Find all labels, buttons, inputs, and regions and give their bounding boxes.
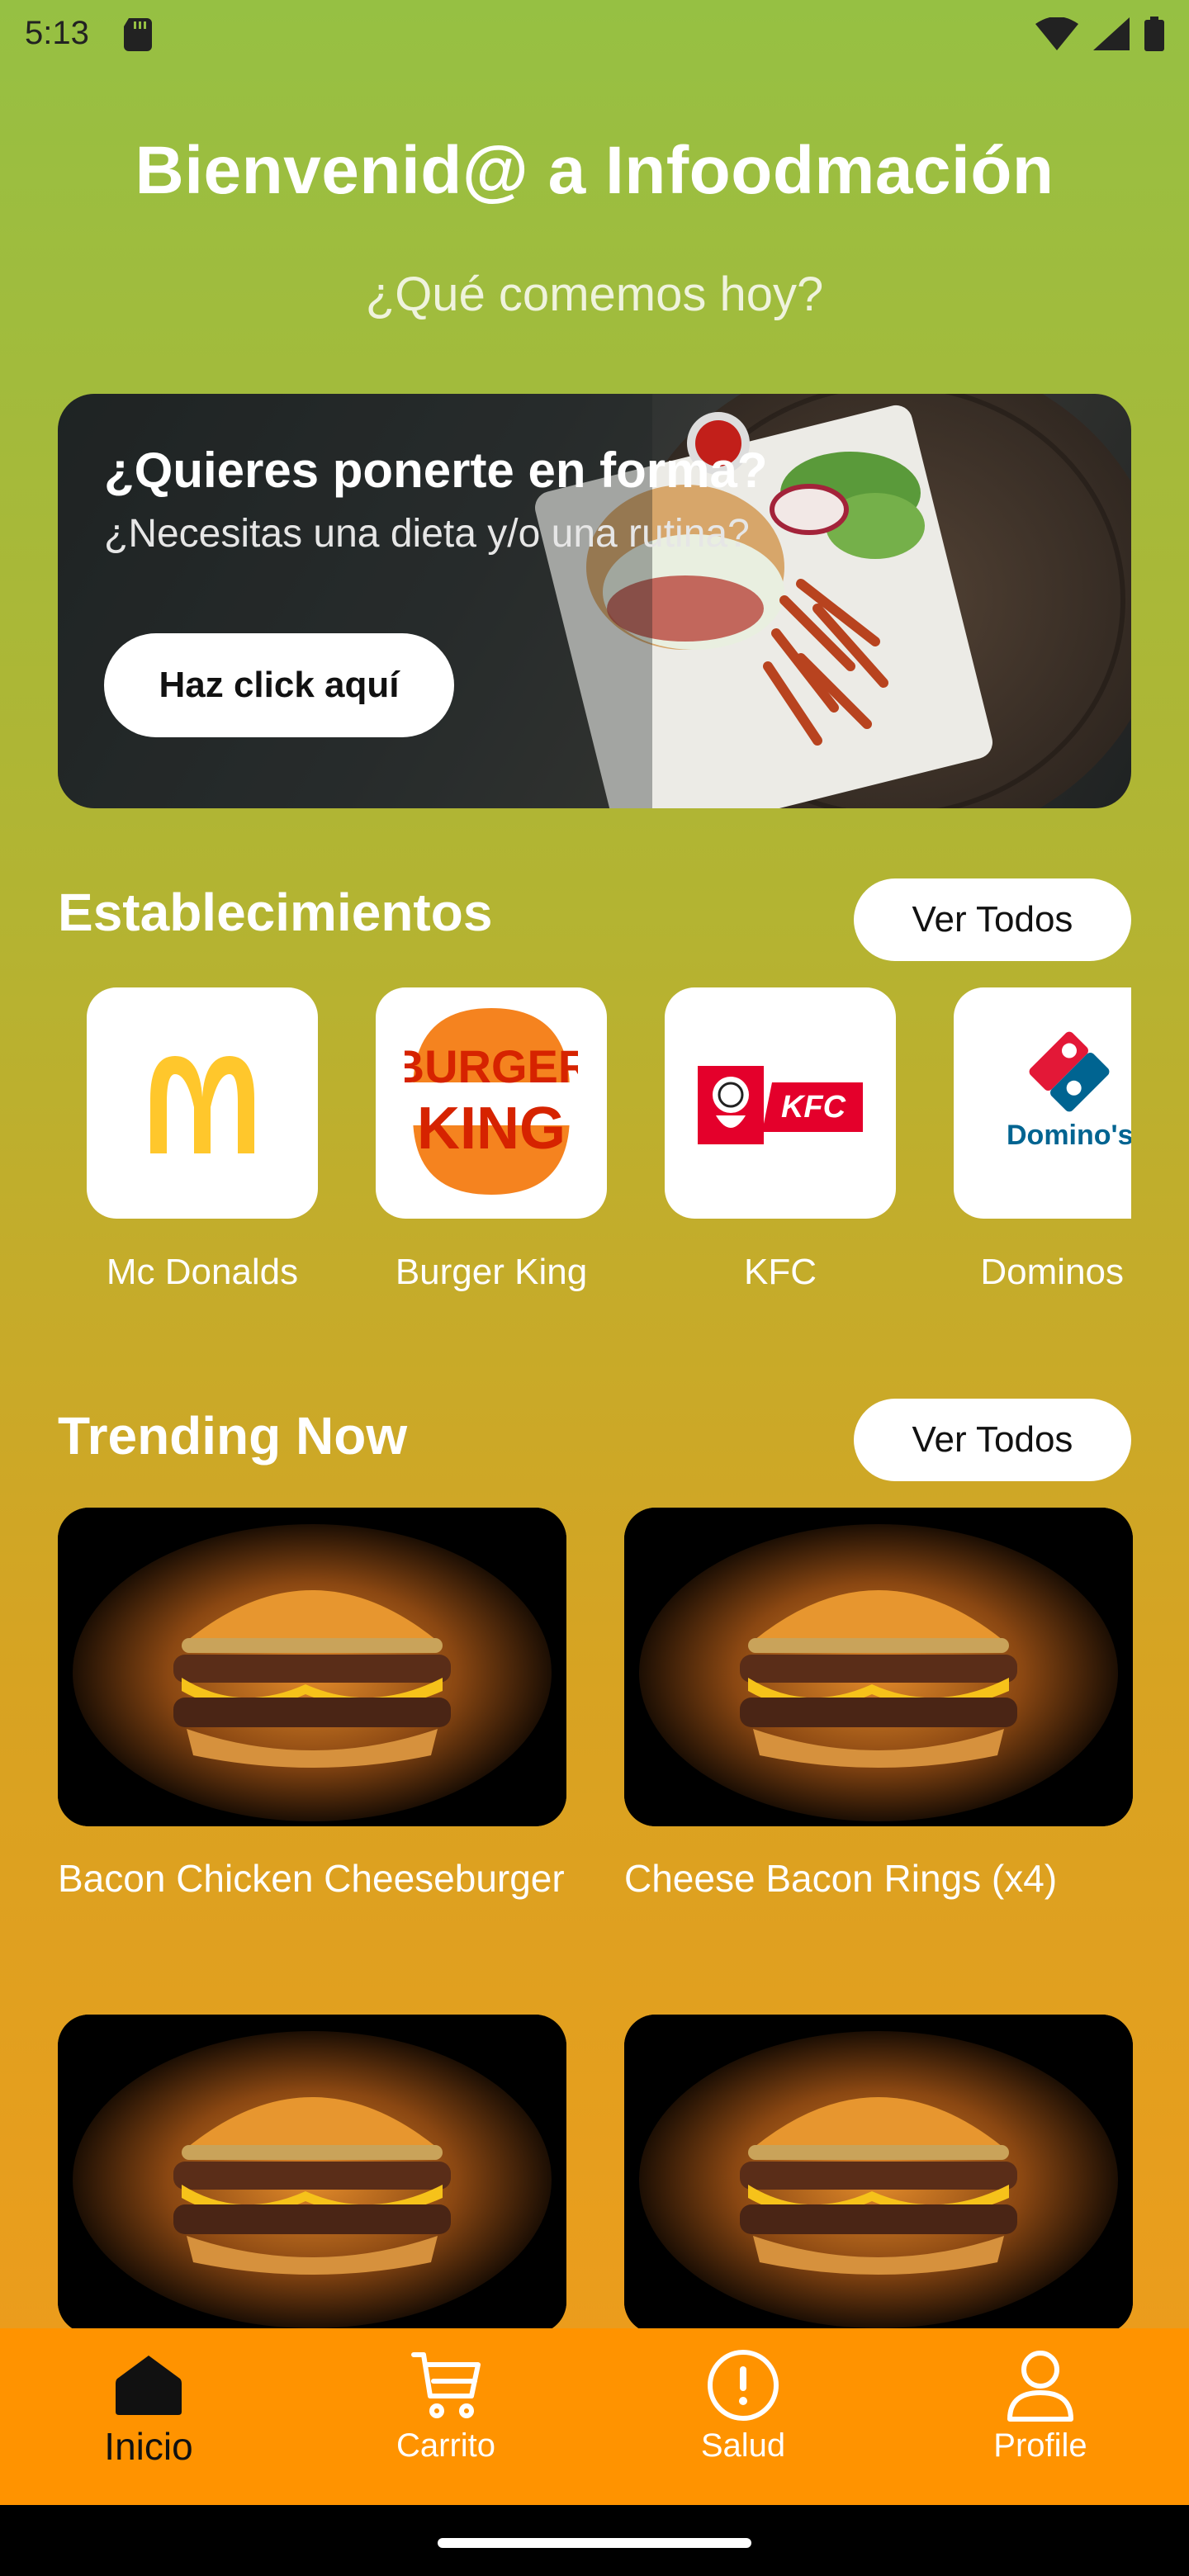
alert-icon — [706, 2348, 780, 2422]
burger-image — [624, 2015, 1133, 2333]
nav-item-profile[interactable]: Profile — [892, 2328, 1189, 2505]
person-icon — [1003, 2348, 1078, 2422]
nav-item-salud[interactable]: Salud — [594, 2328, 892, 2505]
establishment-name: Mc Donalds — [106, 1252, 299, 1292]
dominos-logo: Domino's — [954, 987, 1131, 1219]
nav-label: Inicio — [104, 2425, 193, 2468]
wifi-icon — [1035, 17, 1078, 50]
trending-title: Trending Now — [58, 1406, 408, 1466]
svg-text:KING: KING — [417, 1096, 566, 1162]
cart-icon — [409, 2348, 483, 2422]
establishment-name: KFC — [744, 1252, 817, 1292]
page-subtitle: ¿Qué comemos hoy? — [365, 268, 824, 321]
fitness-banner[interactable]: ¿Quieres ponerte en forma? ¿Necesitas un… — [58, 394, 1131, 808]
signal-icon — [1093, 17, 1130, 50]
battery-icon — [1144, 17, 1164, 51]
establishments-carousel[interactable]: Mc Donalds BURGER KING Burger King KFC K… — [58, 987, 1131, 1318]
banner-subtitle: ¿Necesitas una dieta y/o una rutina? — [104, 512, 750, 556]
mcdonalds-logo — [87, 987, 318, 1219]
home-icon — [111, 2348, 186, 2422]
status-time: 5:13 — [25, 15, 89, 51]
nav-item-carrito[interactable]: Carrito — [297, 2328, 594, 2505]
nav-label: Salud — [700, 2427, 786, 2464]
nav-label: Profile — [993, 2427, 1087, 2464]
establishment-dominos[interactable]: Domino's Dominos P — [954, 987, 1131, 1293]
burger-image — [58, 1508, 566, 1826]
establishment-burger-king[interactable]: BURGER KING Burger King — [376, 987, 607, 1293]
establishment-name: Dominos P — [980, 1252, 1131, 1292]
trending-card[interactable]: Bacon Chicken Cheeseburger — [58, 1508, 566, 1907]
svg-text:KFC: KFC — [781, 1090, 846, 1125]
status-icons — [1035, 17, 1164, 51]
establishments-title: Establecimientos — [58, 883, 493, 942]
gesture-handle[interactable] — [438, 2538, 751, 2548]
sd-card-icon — [124, 18, 152, 51]
burger-image — [58, 2015, 566, 2333]
establishment-name: Burger King — [395, 1252, 588, 1292]
burger-image — [624, 1508, 1133, 1826]
trending-see-all-button[interactable]: Ver Todos — [854, 1399, 1131, 1481]
burger-king-logo: BURGER KING — [376, 987, 607, 1219]
trending-item-name: Bacon Chicken Cheeseburger — [58, 1857, 565, 1900]
establishment-kfc[interactable]: KFC KFC — [665, 987, 896, 1293]
establishments-see-all-button[interactable]: Ver Todos — [854, 878, 1131, 961]
trending-card[interactable] — [624, 2015, 1133, 2356]
nav-label: Carrito — [396, 2427, 496, 2464]
trending-item-name: Cheese Bacon Rings (x4) — [624, 1857, 1058, 1900]
svg-text:Domino's: Domino's — [1007, 1120, 1131, 1151]
trending-card[interactable]: Cheese Bacon Rings (x4) — [624, 1508, 1133, 1907]
establishment-mcdonalds[interactable]: Mc Donalds — [87, 987, 318, 1293]
nav-item-inicio[interactable]: Inicio — [0, 2328, 297, 2505]
kfc-logo: KFC — [665, 987, 896, 1219]
trending-card[interactable] — [58, 2015, 566, 2356]
page-title: Bienvenid@ a Infoodmación — [135, 133, 1054, 208]
banner-cta-button[interactable]: Haz click aquí — [104, 633, 454, 737]
bottom-nav: Inicio Carrito Salud Profile — [0, 2328, 1189, 2505]
banner-title: ¿Quieres ponerte en forma? — [104, 443, 768, 498]
svg-text:BURGER: BURGER — [405, 1040, 578, 1092]
